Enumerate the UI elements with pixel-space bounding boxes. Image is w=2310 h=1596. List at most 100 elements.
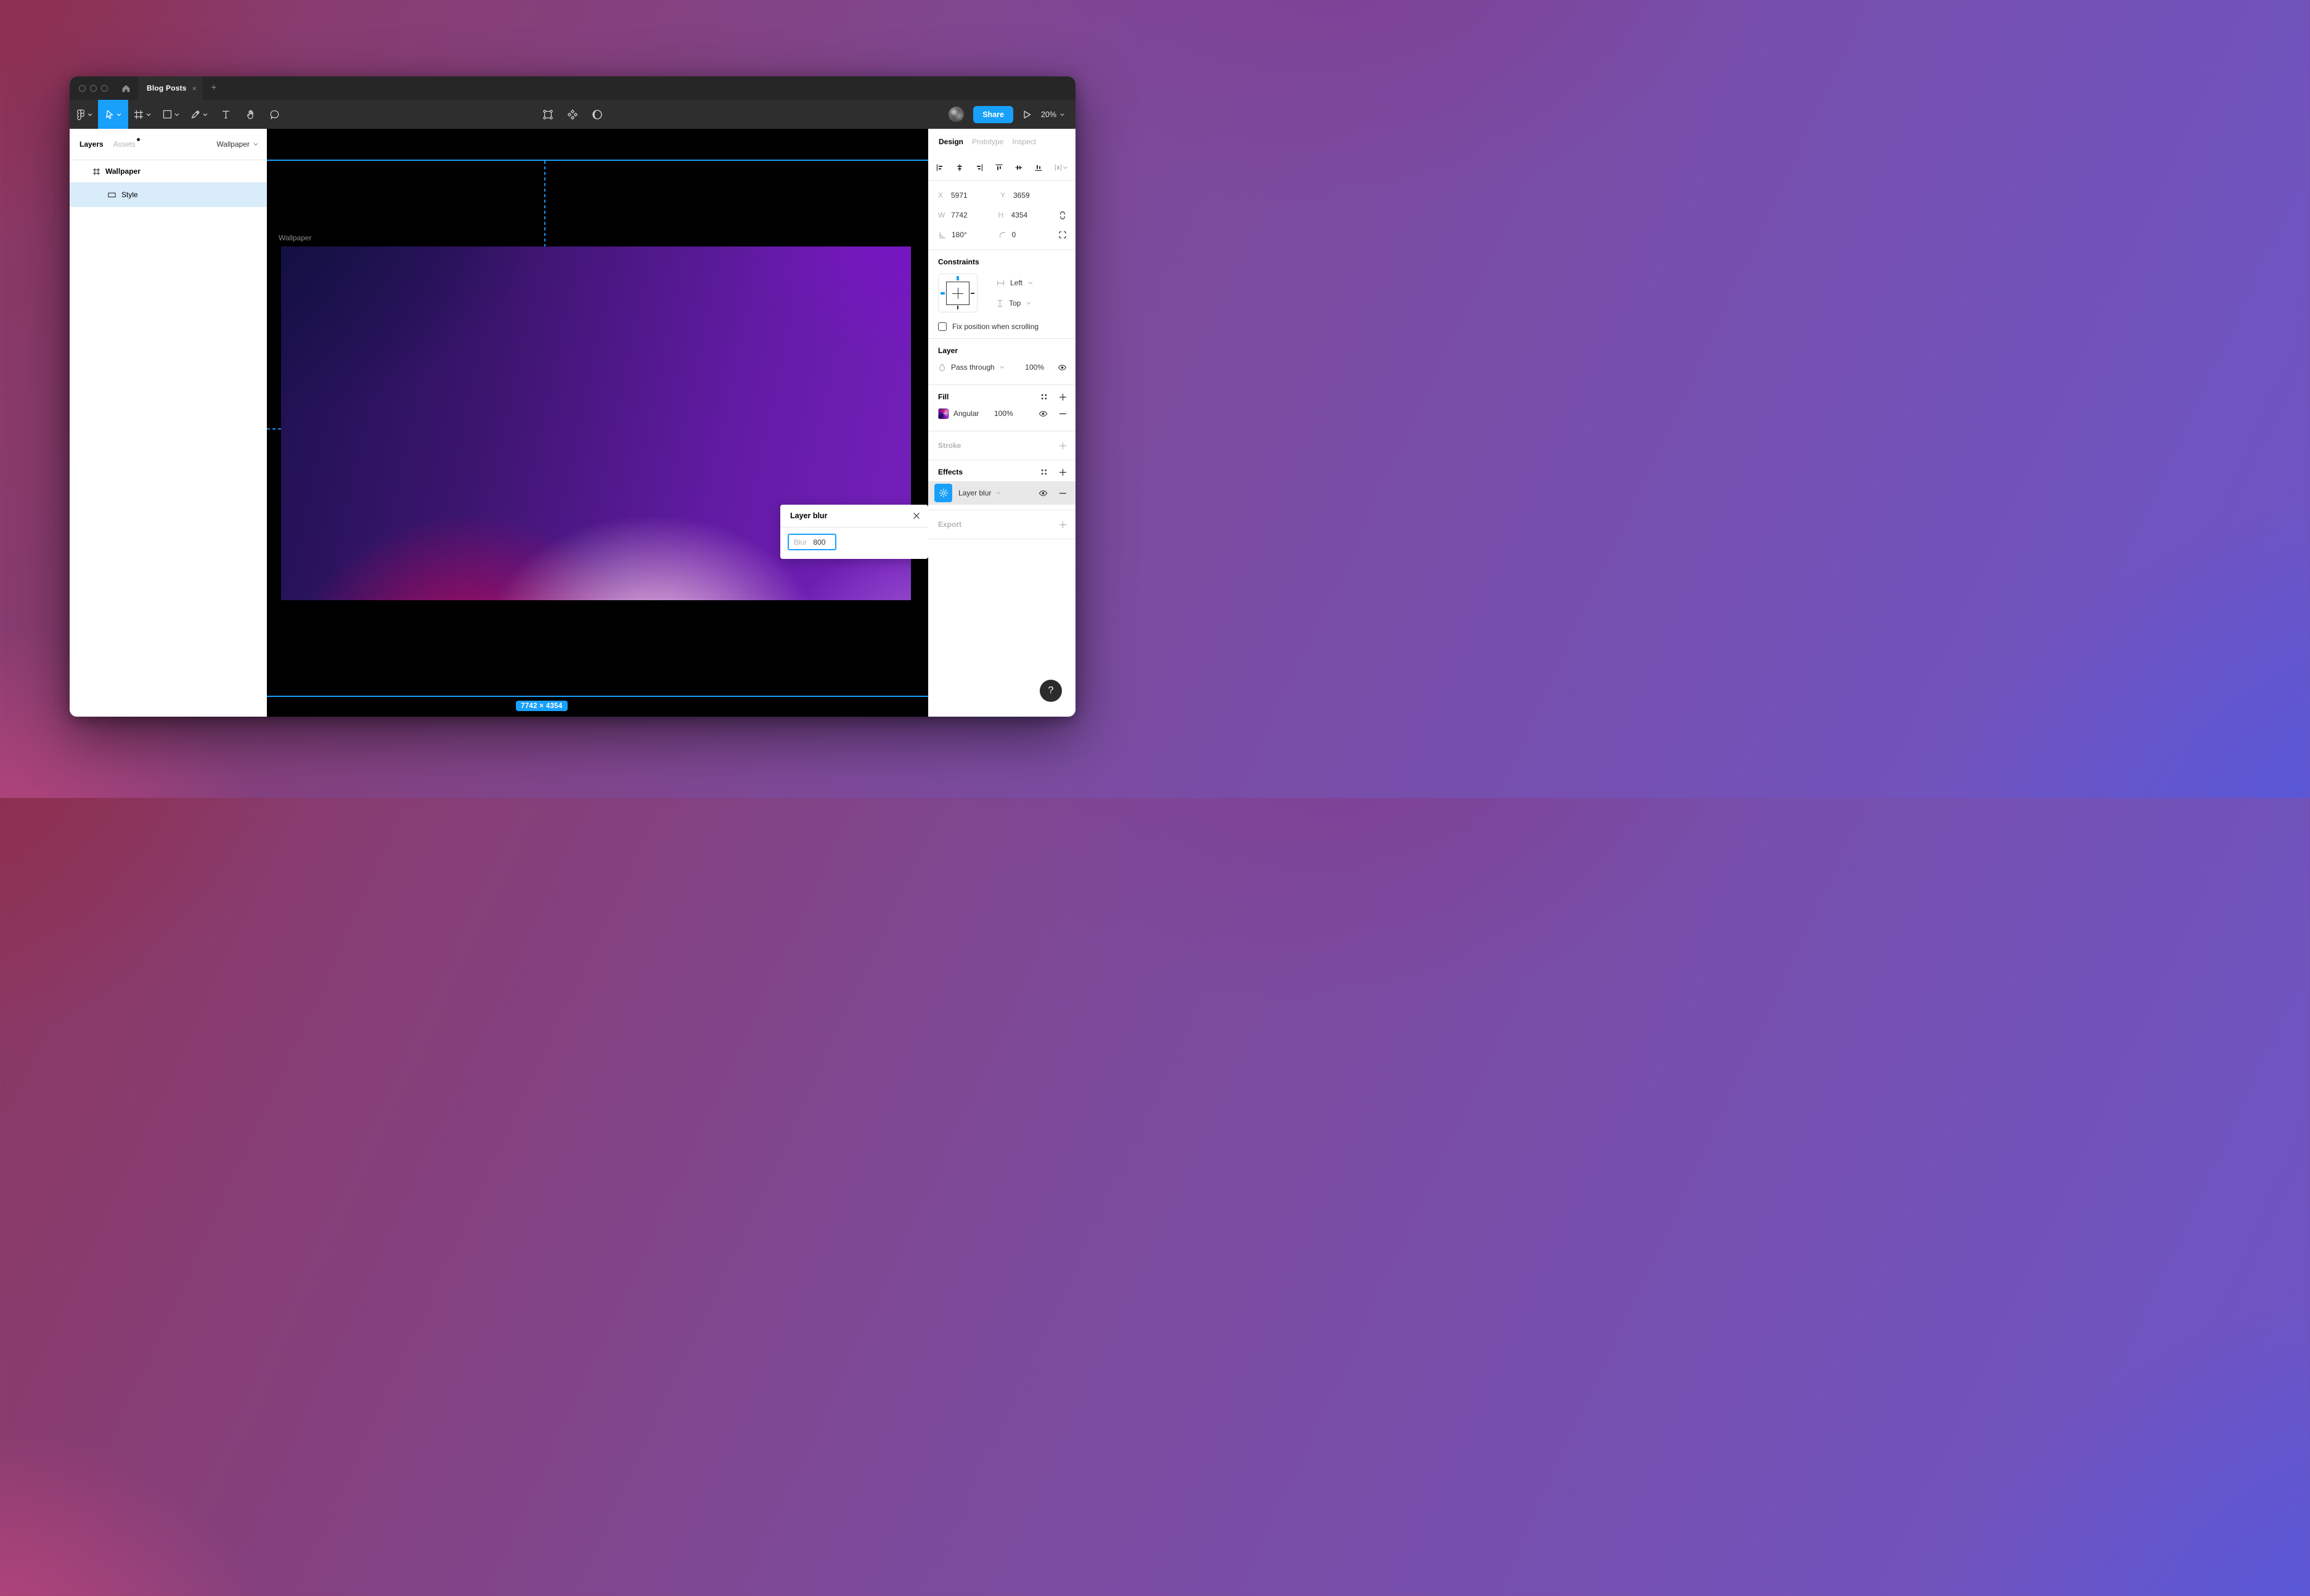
- constraint-right[interactable]: [971, 293, 974, 294]
- stroke-title: Stroke: [938, 441, 961, 450]
- align-left-icon[interactable]: [936, 163, 944, 172]
- layers-panel: Layers Assets Wallpaper Wallpaper: [70, 129, 267, 717]
- traffic-lights: [70, 85, 108, 92]
- fix-position-row[interactable]: Fix position when scrolling: [938, 322, 1067, 331]
- text-tool[interactable]: [213, 100, 238, 129]
- new-tab-button[interactable]: +: [211, 83, 216, 94]
- remove-fill-icon[interactable]: [1059, 410, 1067, 418]
- align-horizontal-center-icon[interactable]: [955, 163, 964, 172]
- close-icon[interactable]: [913, 512, 920, 519]
- fill-styles-icon[interactable]: [1040, 393, 1048, 401]
- tab-close-icon[interactable]: ×: [192, 84, 197, 92]
- tab-blog-posts[interactable]: Blog Posts ×: [139, 76, 203, 100]
- comment-tool[interactable]: [263, 100, 287, 129]
- assets-badge-dot: [137, 138, 140, 141]
- hand-tool[interactable]: [238, 100, 263, 129]
- tab-prototype[interactable]: Prototype: [972, 137, 1003, 146]
- eye-icon[interactable]: [1039, 410, 1048, 418]
- effect-name[interactable]: Layer blur: [958, 489, 991, 497]
- page-selector[interactable]: Wallpaper: [216, 140, 258, 149]
- fill-section: Fill Angular 100%: [928, 385, 1075, 431]
- remove-effect-icon[interactable]: [1059, 489, 1067, 497]
- corner-radius-field[interactable]: 0: [998, 230, 1059, 239]
- constraint-left-active[interactable]: [941, 292, 945, 295]
- shape-tool[interactable]: [157, 100, 185, 129]
- create-component-icon[interactable]: [567, 109, 578, 120]
- align-top-icon[interactable]: [995, 163, 1003, 172]
- effect-styles-icon[interactable]: [1040, 468, 1048, 476]
- edit-object-icon[interactable]: [542, 109, 553, 120]
- zoom-control[interactable]: 20%: [1041, 110, 1065, 119]
- chevron-down-icon: [146, 113, 151, 116]
- distribute-menu-icon[interactable]: [1054, 163, 1067, 172]
- align-bottom-icon[interactable]: [1034, 163, 1043, 172]
- y-field[interactable]: Y 3659: [1000, 191, 1063, 200]
- vertical-constraint-select[interactable]: Top: [997, 296, 1033, 311]
- present-icon[interactable]: [1022, 110, 1032, 120]
- add-stroke-icon[interactable]: [1059, 442, 1067, 450]
- layer-row-style-selected[interactable]: Style: [70, 182, 267, 207]
- constraint-top-active[interactable]: [957, 276, 959, 280]
- add-export-icon[interactable]: [1059, 521, 1067, 529]
- move-tool-selected[interactable]: [98, 100, 128, 129]
- minimize-window-button[interactable]: [90, 85, 97, 92]
- size-badge: 7742 × 4354: [516, 701, 568, 711]
- chevron-down-icon: [1026, 301, 1031, 305]
- tab-design[interactable]: Design: [939, 137, 963, 146]
- blend-mode-icon: [938, 363, 946, 372]
- vertical-constraint-icon: [997, 299, 1003, 307]
- share-button[interactable]: Share: [973, 106, 1013, 123]
- constraint-bottom[interactable]: [957, 306, 958, 309]
- independent-corners-icon[interactable]: [1058, 230, 1067, 239]
- constraints-widget[interactable]: [938, 274, 977, 312]
- blend-mode-row: Pass through 100%: [938, 357, 1067, 377]
- pen-tool[interactable]: [185, 100, 213, 129]
- home-icon[interactable]: [121, 83, 131, 94]
- add-fill-icon[interactable]: [1059, 393, 1067, 401]
- fill-row[interactable]: Angular 100%: [938, 404, 1067, 423]
- canvas[interactable]: Wallpaper 7742 × 4354 Layer blur Blur 80…: [267, 129, 928, 717]
- alignment-row: [928, 155, 1075, 181]
- avatar[interactable]: [949, 107, 964, 122]
- layer-opacity-value[interactable]: 100%: [1025, 363, 1044, 372]
- frame-tool[interactable]: [128, 100, 157, 129]
- fill-gradient-swatch[interactable]: [938, 409, 949, 419]
- height-field[interactable]: H 4354: [998, 211, 1059, 219]
- canvas-frame-label[interactable]: Wallpaper: [279, 234, 312, 242]
- eye-icon[interactable]: [1058, 364, 1067, 372]
- align-right-icon[interactable]: [975, 163, 984, 172]
- effect-row-layer-blur[interactable]: Layer blur: [928, 481, 1075, 505]
- fill-opacity-value[interactable]: 100%: [994, 409, 1013, 418]
- rotation-value: 180°: [952, 230, 967, 239]
- add-effect-icon[interactable]: [1059, 468, 1067, 476]
- mask-icon[interactable]: [592, 109, 603, 120]
- blend-mode-select[interactable]: Pass through: [951, 363, 995, 372]
- fill-type[interactable]: Angular: [953, 409, 994, 418]
- hand-icon: [245, 109, 256, 120]
- corner-radius-icon: [998, 231, 1006, 239]
- main-menu-button[interactable]: [70, 100, 98, 129]
- constrain-proportions-icon[interactable]: [1058, 211, 1067, 220]
- layer-blur-effect-icon[interactable]: [934, 484, 952, 502]
- blur-value-input[interactable]: Blur 800: [788, 534, 836, 550]
- size-row: W 7742 H 4354: [938, 205, 1067, 225]
- guide-dashed-vertical: [544, 161, 545, 246]
- chevron-down-icon: [116, 113, 121, 116]
- help-button[interactable]: ?: [1040, 680, 1062, 702]
- tab-layers[interactable]: Layers: [80, 140, 104, 149]
- properties-tabs: Design Prototype Inspect: [928, 129, 1075, 155]
- tab-inspect[interactable]: Inspect: [1012, 137, 1036, 146]
- fix-position-checkbox[interactable]: [938, 322, 947, 331]
- horizontal-constraint-select[interactable]: Left: [997, 275, 1033, 290]
- properties-panel: Design Prototype Inspect: [928, 129, 1075, 717]
- align-vertical-center-icon[interactable]: [1014, 163, 1023, 172]
- eye-icon[interactable]: [1039, 489, 1048, 497]
- close-window-button[interactable]: [79, 85, 86, 92]
- tab-assets[interactable]: Assets: [113, 140, 136, 149]
- x-field[interactable]: X 5971: [938, 191, 1000, 200]
- effects-title: Effects: [938, 468, 963, 476]
- zoom-window-button[interactable]: [101, 85, 108, 92]
- layer-row-wallpaper[interactable]: Wallpaper: [70, 160, 267, 182]
- rotation-field[interactable]: 180°: [938, 230, 998, 239]
- width-field[interactable]: W 7742: [938, 211, 998, 219]
